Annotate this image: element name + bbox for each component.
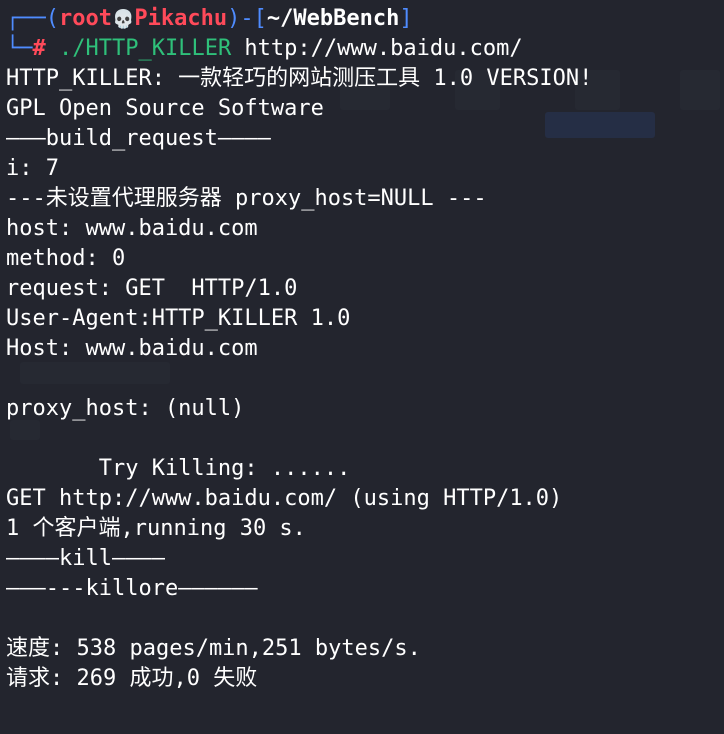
output-line: request: GET HTTP/1.0 — [6, 276, 298, 301]
prompt-host: Pikachu — [134, 6, 228, 31]
output-line: GET http://www.baidu.com/ (using HTTP/1.… — [6, 486, 563, 511]
output-line: ————kill———— — [6, 546, 165, 571]
output-line: ———---killore—————— — [6, 576, 258, 601]
terminal-window[interactable]: ┌──(root💀Pikachu)-[~/WebBench] └─# ./HTT… — [0, 0, 724, 734]
prompt-corner: └─ — [6, 36, 33, 61]
command-argument: http://www.baidu.com/ — [231, 36, 523, 61]
output-line: 请求: 269 成功,0 失败 — [6, 666, 258, 691]
output-line: ---未设置代理服务器 proxy_host=NULL --- — [6, 186, 487, 211]
prompt-hash: # — [32, 36, 46, 61]
prompt-cwd: ~/WebBench — [266, 6, 400, 31]
skull-icon: 💀 — [111, 9, 135, 30]
output-line: ———build_request———— — [6, 126, 271, 151]
output-line: HTTP_KILLER: 一款轻巧的网站测压工具 1.0 VERSION! — [6, 66, 593, 91]
prompt-frame-mid: )-[ — [227, 6, 267, 31]
terminal-output: ┌──(root💀Pikachu)-[~/WebBench] └─# ./HTT… — [6, 4, 724, 694]
output-line: 速度: 538 pages/min,251 bytes/s. — [6, 636, 421, 661]
output-line: host: www.baidu.com — [6, 216, 258, 241]
output-line: User-Agent:HTTP_KILLER 1.0 — [6, 306, 351, 331]
output-line: GPL Open Source Software — [6, 96, 324, 121]
prompt-user: root — [58, 6, 112, 31]
output-line: Try Killing: ...... — [6, 456, 351, 481]
prompt-line-1: ┌──(root💀Pikachu)-[~/WebBench] — [6, 4, 724, 34]
output-line: Host: www.baidu.com — [6, 336, 258, 361]
output-line: 1 个客户端,running 30 s. — [6, 516, 306, 541]
output-line: i: 7 — [6, 156, 59, 181]
prompt-frame-close: ] — [399, 6, 413, 31]
prompt-line-2[interactable]: └─# ./HTTP_KILLER http://www.baidu.com/ — [6, 34, 724, 64]
output-line: method: 0 — [6, 246, 126, 271]
prompt-frame-open: ┌──( — [6, 6, 59, 31]
output-line: proxy_host: (null) — [6, 396, 245, 421]
command-text: ./HTTP_KILLER — [59, 36, 232, 61]
